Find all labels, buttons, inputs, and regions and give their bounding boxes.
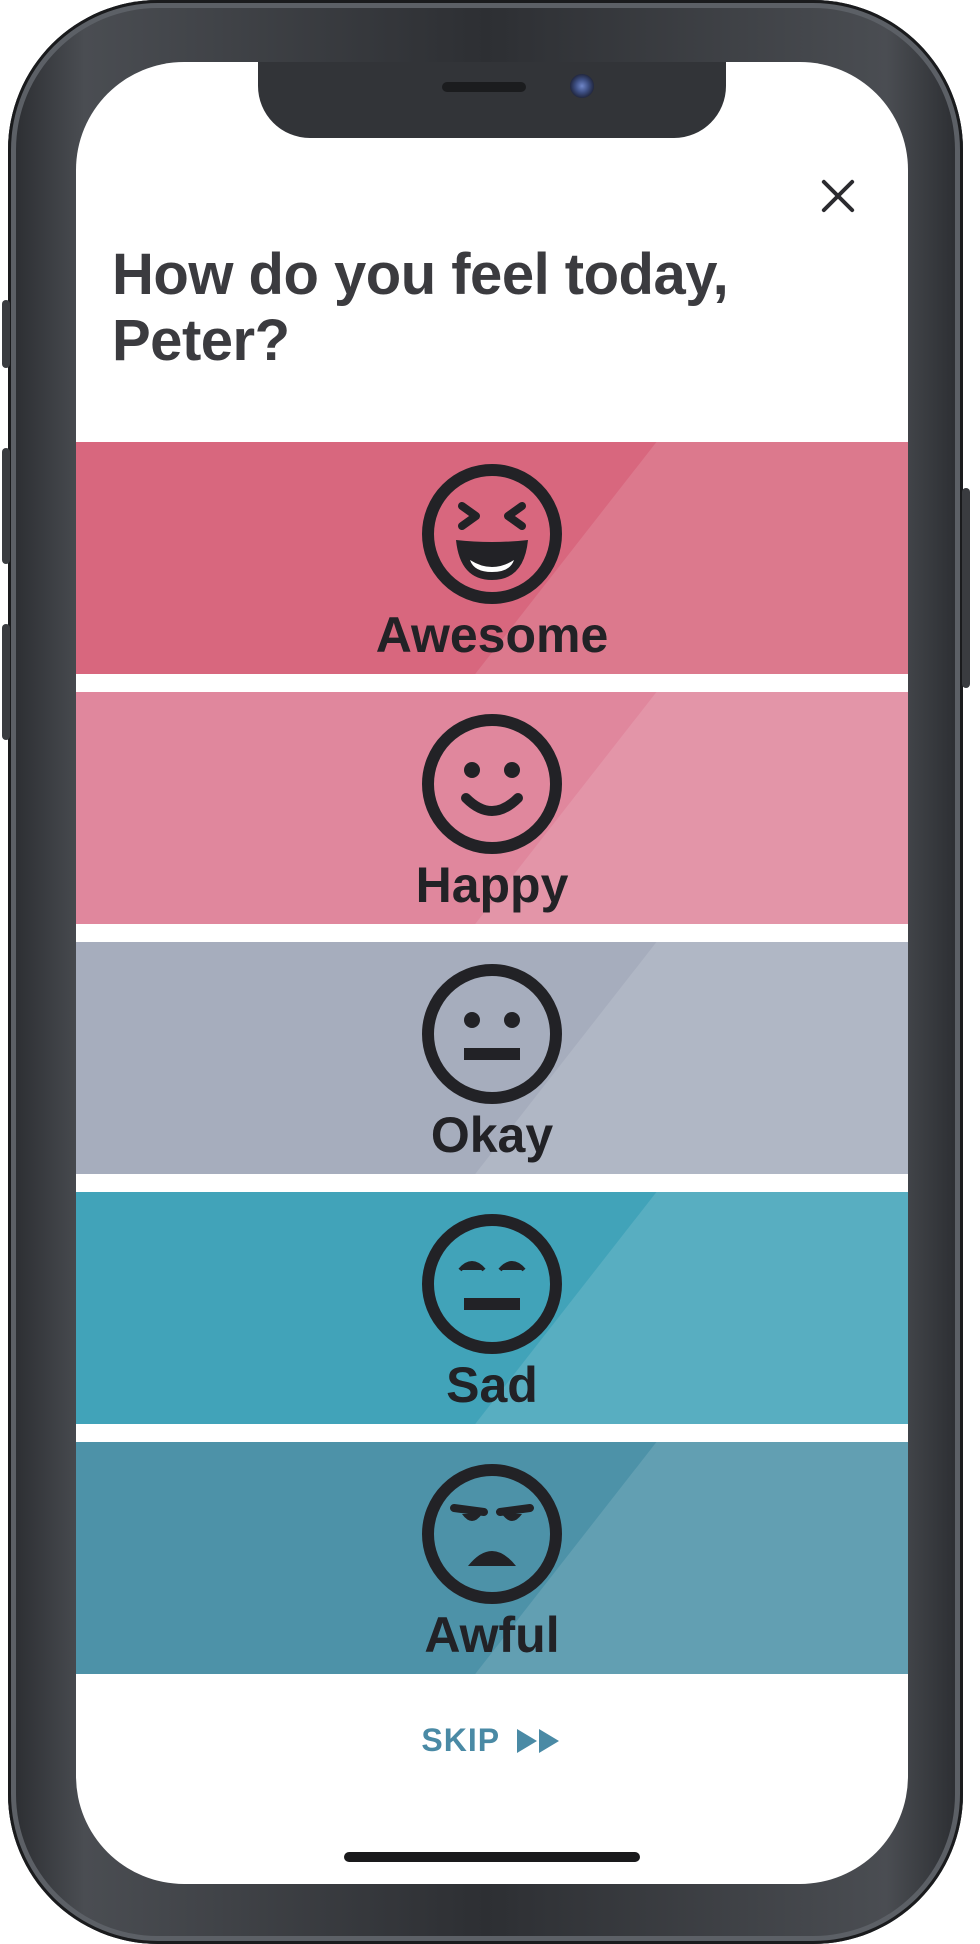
mood-option-okay[interactable]: Okay xyxy=(76,942,908,1174)
sad-face-icon xyxy=(422,1214,562,1354)
page-title: How do you feel today, Peter? xyxy=(112,242,729,373)
app-screen: How do you feel today, Peter? Awesome Ha… xyxy=(76,62,908,1884)
mood-option-sad[interactable]: Sad xyxy=(76,1192,908,1424)
mood-option-happy[interactable]: Happy xyxy=(76,692,908,924)
fast-forward-icon xyxy=(516,1728,559,1753)
mood-label: Okay xyxy=(430,1107,554,1163)
mood-label: Happy xyxy=(415,857,569,913)
neutral-face-icon xyxy=(422,964,562,1104)
mood-list: Awesome Happy Okay Sad Awful xyxy=(76,442,908,1692)
skip-button[interactable]: SKIP xyxy=(76,1722,908,1759)
mood-option-awesome[interactable]: Awesome xyxy=(76,442,908,674)
notch xyxy=(258,62,726,138)
close-button[interactable] xyxy=(814,172,862,220)
power-button xyxy=(962,488,970,688)
speaker xyxy=(442,82,526,92)
mute-switch xyxy=(2,624,10,740)
volume-down-button xyxy=(2,448,10,564)
happy-face-icon xyxy=(422,714,562,854)
awesome-face-icon xyxy=(422,464,562,604)
awful-face-icon xyxy=(422,1464,562,1604)
skip-label: SKIP xyxy=(421,1722,501,1758)
device-stage: How do you feel today, Peter? Awesome Ha… xyxy=(0,0,980,1944)
volume-up-button xyxy=(2,300,10,368)
mood-label: Awesome xyxy=(375,607,609,663)
mood-label: Sad xyxy=(446,1357,538,1413)
mood-option-awful[interactable]: Awful xyxy=(76,1442,908,1674)
mood-label: Awful xyxy=(424,1607,560,1663)
camera-icon xyxy=(570,74,594,98)
home-indicator[interactable] xyxy=(344,1852,640,1862)
